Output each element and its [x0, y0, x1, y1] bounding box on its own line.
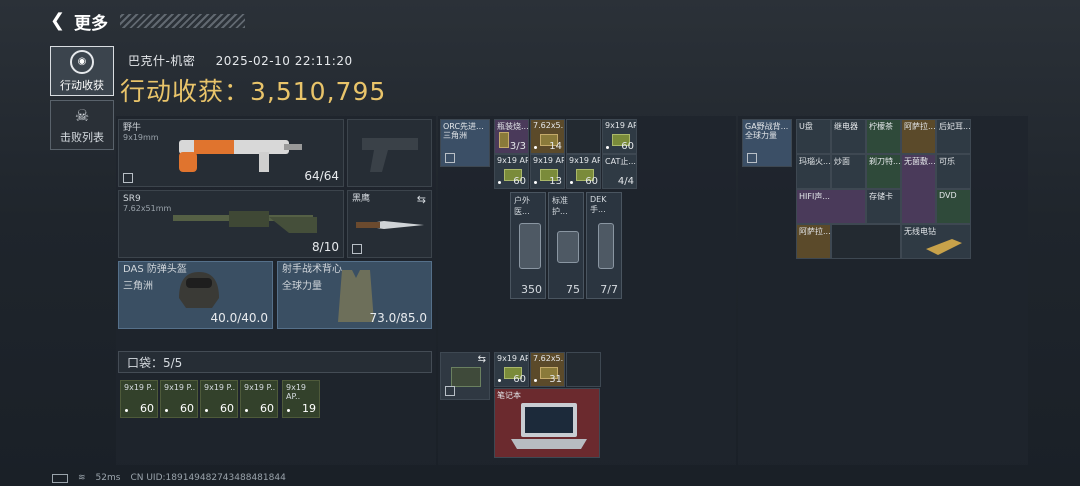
- rig-item[interactable]: 9x19 AP..60: [494, 154, 529, 189]
- top-bar: ❮ 更多: [50, 10, 108, 34]
- page-title: 更多: [74, 13, 108, 34]
- back-arrow-icon[interactable]: ❮: [50, 12, 68, 30]
- mod-icon: [123, 173, 133, 183]
- secondary-weapon-slot[interactable]: SR9 7.62x51mm 8/10: [118, 190, 344, 258]
- gain-label: 行动收获：: [120, 77, 251, 106]
- bag-slot[interactable]: ⇆: [440, 352, 490, 400]
- gains-icon: ◉: [70, 49, 94, 74]
- tab-operation-gains[interactable]: ◉ 行动收获: [50, 46, 114, 96]
- tab-kill-list[interactable]: ☠ 击败列表: [50, 100, 114, 150]
- pistol-slot-empty[interactable]: [347, 119, 432, 187]
- laptop-item[interactable]: 笔记本: [494, 388, 600, 458]
- vest-name: 射手战术背心: [282, 264, 342, 275]
- mod-icon: [445, 386, 455, 396]
- bag-item[interactable]: 9x19 AP..60: [494, 352, 529, 387]
- backpack-item[interactable]: HIFI声...: [796, 189, 866, 224]
- pocket-item[interactable]: 9x19 AP.. 19: [282, 380, 320, 418]
- backpack-item[interactable]: 继电器: [831, 119, 866, 154]
- backpack-item[interactable]: 柠檬茶: [866, 119, 901, 154]
- backpack-item[interactable]: 阿萨拉...: [901, 119, 936, 154]
- laptop-icon: [511, 403, 587, 449]
- rig-empty-slot[interactable]: [566, 119, 601, 154]
- bag-item[interactable]: 7.62x5.. M6..31: [530, 352, 565, 387]
- skull-icon: ☠: [74, 106, 90, 125]
- pocket-label: 口袋：5/5: [118, 351, 432, 373]
- gain-value: 3,510,795: [250, 77, 387, 106]
- rig-item[interactable]: 9x19 AP..13: [530, 154, 565, 189]
- mod-icon: [747, 153, 757, 163]
- wifi-icon: ≋: [78, 473, 86, 483]
- weapon-caliber: 7.62x51mm: [123, 204, 172, 213]
- rifle-icon: [173, 211, 317, 233]
- backpack-item[interactable]: 无线电钻: [901, 224, 971, 259]
- rig-item[interactable]: 瓶装烧... 3/3: [494, 119, 529, 154]
- weapon-caliber: 9x19mm: [123, 133, 159, 142]
- backpack-item[interactable]: 后妃耳...: [936, 119, 971, 154]
- battery-icon: [52, 473, 68, 483]
- weapon-name: SR9: [123, 194, 141, 204]
- match-datetime: 2025-02-10 22:11:20: [215, 54, 353, 68]
- pistol-silhouette-icon: [362, 138, 418, 172]
- ping: 52ms: [95, 473, 121, 483]
- smg-icon: [179, 140, 302, 172]
- primary-weapon-slot[interactable]: 野牛 9x19mm 64/64: [118, 119, 344, 187]
- weapon-ammo: 8/10: [312, 240, 339, 254]
- map-name: 巴克什-机密: [128, 54, 196, 68]
- swap-icon[interactable]: ⇆: [417, 193, 426, 206]
- swap-icon[interactable]: ⇆: [478, 354, 486, 365]
- backpack-slot[interactable]: GA野战背... 全球力量: [742, 119, 792, 167]
- backpack-item[interactable]: 存储卡: [866, 189, 901, 224]
- chest-rig-slot[interactable]: ORC先进... 三角洲: [440, 119, 490, 167]
- melee-slot[interactable]: 黑鹰 ⇆: [347, 190, 432, 258]
- backpack-item[interactable]: 剃刀特...: [866, 154, 901, 189]
- rig-brand: 三角洲: [443, 131, 467, 140]
- vest-brand: 全球力量: [282, 281, 322, 292]
- helmet-brand: 三角洲: [123, 281, 153, 292]
- pocket-item[interactable]: 9x19 P.. 60: [240, 380, 278, 418]
- helmet-durability: 40.0/40.0: [210, 311, 268, 325]
- backpack-item[interactable]: 炒面: [831, 154, 866, 189]
- tab-label: 行动收获: [60, 78, 104, 92]
- pocket-item[interactable]: 9x19 P.. 60: [120, 380, 158, 418]
- rig-item[interactable]: 9x19 AP..60: [602, 119, 637, 154]
- med-kit-item[interactable]: 户外医... 350: [510, 192, 546, 299]
- knife-icon: [356, 221, 424, 229]
- backpack-item[interactable]: 可乐: [936, 154, 971, 189]
- mod-icon: [445, 153, 455, 163]
- rig-item[interactable]: 9x19 AP..60: [566, 154, 601, 189]
- mod-icon: [352, 244, 362, 254]
- weapon-name: 野牛: [123, 123, 142, 133]
- operation-gain: 行动收获：3,510,795: [120, 72, 386, 108]
- backpack-empty-slot[interactable]: [831, 224, 901, 259]
- bag-empty-slot[interactable]: [566, 352, 601, 387]
- rig-item[interactable]: CAT止... 4/4: [602, 154, 637, 189]
- vest-durability: 73.0/85.0: [369, 311, 427, 325]
- med-kit-item[interactable]: 标准护... 75: [548, 192, 584, 299]
- med-kit-item[interactable]: DEK手... 7/7: [586, 192, 622, 299]
- backpack-brand: 全球力量: [745, 131, 777, 140]
- pocket-item[interactable]: 9x19 P.. 60: [160, 380, 198, 418]
- backpack-item[interactable]: 玛瑙火...: [796, 154, 831, 189]
- weapon-ammo: 64/64: [304, 169, 339, 183]
- match-meta: 巴克什-机密 2025-02-10 22:11:20: [128, 52, 369, 69]
- pocket-item[interactable]: 9x19 P.. 60: [200, 380, 238, 418]
- backpack-item[interactable]: DVD: [936, 189, 971, 224]
- vest-slot[interactable]: 射手战术背心 全球力量 73.0/85.0: [277, 261, 432, 329]
- melee-name: 黑鹰: [352, 194, 371, 204]
- tab-label: 击败列表: [60, 130, 104, 144]
- backpack-item[interactable]: U盘: [796, 119, 831, 154]
- status-footer: ≋ 52ms CN UID:1891494827434884818​44: [52, 473, 286, 483]
- pouch-icon: [451, 367, 481, 387]
- rig-item[interactable]: 7.62x5.. 14: [530, 119, 565, 154]
- drill-icon: [926, 239, 962, 255]
- uid: CN UID:1891494827434884818​44: [130, 473, 286, 483]
- helmet-slot[interactable]: DAS 防弹头盔 三角洲 40.0/40.0: [118, 261, 273, 329]
- backpack-item[interactable]: 无菌敷...: [901, 154, 936, 224]
- backpack-item[interactable]: 阿萨拉...: [796, 224, 831, 259]
- title-stripes-decor: [120, 14, 245, 28]
